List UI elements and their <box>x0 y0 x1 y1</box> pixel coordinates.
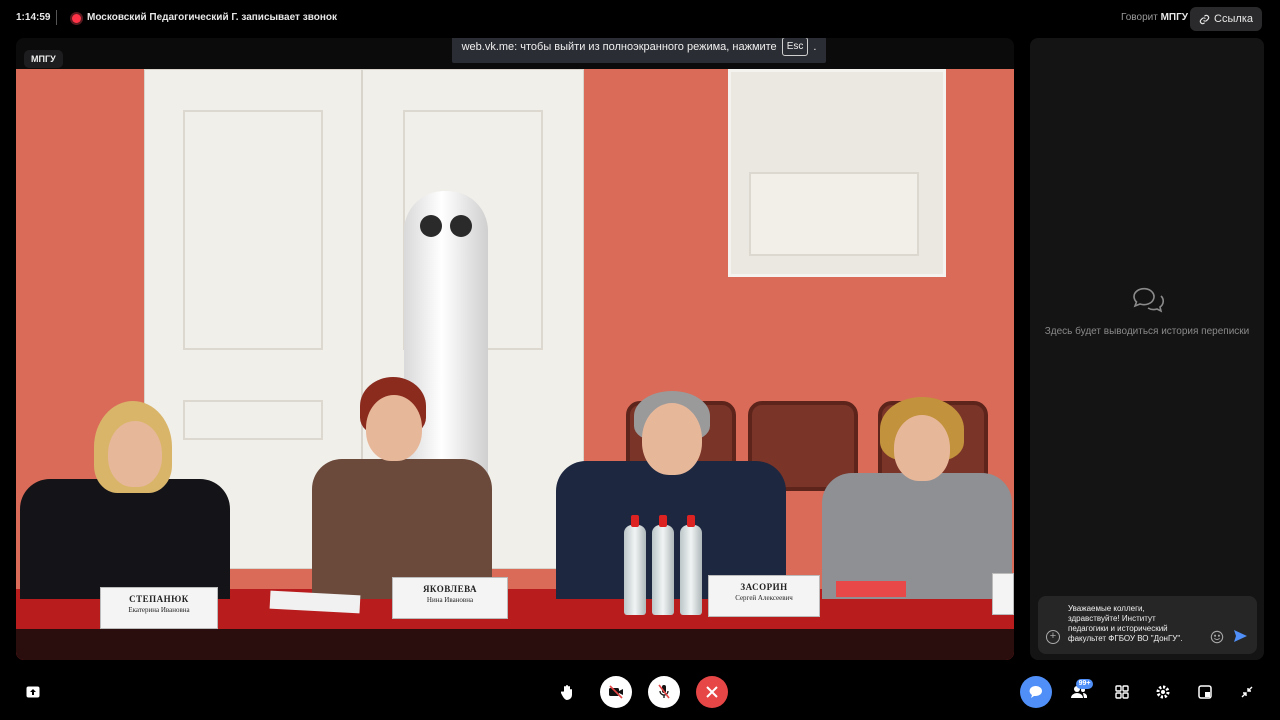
settings-button[interactable] <box>1153 682 1173 702</box>
water-bottle <box>652 515 674 615</box>
nameplate: СТЕПАНЮК Екатерина Ивановна <box>100 587 218 629</box>
call-timer: 1:14:59 <box>16 12 51 23</box>
chat-empty-state: Здесь будет выводиться история переписки <box>1044 326 1250 337</box>
copy-link-button[interactable]: Ссылка <box>1190 7 1262 31</box>
water-bottle <box>680 515 702 615</box>
emoji-icon[interactable] <box>1210 630 1224 644</box>
purifier-vent <box>420 215 442 237</box>
copy-link-label: Ссылка <box>1214 13 1253 25</box>
message-input[interactable]: Уважаемые коллеги, здравствуйте! Институ… <box>1068 604 1196 644</box>
nameplate: ЗАСОРИН Сергей Алексеевич <box>708 575 820 617</box>
end-call-icon <box>706 686 718 698</box>
water-bottle <box>624 515 646 615</box>
settings-icon <box>1156 685 1170 699</box>
wall-window <box>728 69 946 277</box>
top-bar: 1:14:59 Московский Педагогический Г. зап… <box>0 0 1280 38</box>
recording-indicator-icon <box>72 14 81 23</box>
participant-name-tag: МПГУ <box>24 50 63 68</box>
link-icon <box>1199 14 1210 24</box>
chat-panel: Здесь будет выводиться история переписки… <box>1030 38 1264 660</box>
purifier-vent <box>450 215 472 237</box>
message-composer[interactable]: + Уважаемые коллеги, здравствуйте! Инсти… <box>1038 596 1257 654</box>
fullscreen-notice-end: . <box>813 40 817 53</box>
mic-off-icon <box>658 684 670 699</box>
exit-fullscreen-button[interactable] <box>1237 682 1257 702</box>
active-speaker: Говорит МПГУ <box>1121 12 1188 23</box>
video-stream: СТЕПАНЮК Екатерина Ивановна ЯКОВЛЕВА Нин… <box>16 69 1014 660</box>
share-screen-button[interactable] <box>23 682 43 702</box>
mic-toggle-button[interactable] <box>648 676 680 708</box>
chat-icon <box>1029 685 1042 698</box>
active-speaker-name: МПГУ <box>1160 12 1188 23</box>
end-call-button[interactable] <box>696 676 728 708</box>
raise-hand-button[interactable] <box>558 682 578 702</box>
raise-hand-icon <box>561 685 572 700</box>
attach-button[interactable]: + <box>1046 630 1060 644</box>
chat-bubbles-icon <box>1133 287 1164 313</box>
exit-fullscreen-icon <box>1241 686 1253 698</box>
video-tile[interactable]: СТЕПАНЮК Екатерина Ивановна ЯКОВЛЕВА Нин… <box>16 38 1014 660</box>
chat-toggle-button[interactable] <box>1020 676 1052 708</box>
door-panel <box>183 110 323 350</box>
nameplate <box>992 573 1014 615</box>
upload-icon <box>26 686 40 698</box>
active-speaker-label: Говорит <box>1121 12 1158 23</box>
participants-count-badge: 99+ <box>1076 679 1093 689</box>
grid-icon <box>1115 685 1129 699</box>
send-icon[interactable] <box>1232 628 1248 644</box>
grid-view-button[interactable] <box>1112 682 1132 702</box>
layout-button[interactable] <box>1195 682 1215 702</box>
fullscreen-notice: web.vk.me: чтобы выйти из полноэкранного… <box>452 38 826 63</box>
call-controls: 99+ <box>0 668 1280 720</box>
recording-status: Московский Педагогический Г. записывает … <box>87 12 337 23</box>
esc-key: Esc <box>781 38 809 56</box>
table-edge <box>16 629 1014 660</box>
camera-off-icon <box>609 685 623 699</box>
door-panel <box>183 400 323 440</box>
folder <box>836 581 906 597</box>
layout-icon <box>1198 685 1212 699</box>
window-panel <box>749 172 919 256</box>
camera-toggle-button[interactable] <box>600 676 632 708</box>
nameplate: ЯКОВЛЕВА Нина Ивановна <box>392 577 508 619</box>
fullscreen-notice-text: web.vk.me: чтобы выйти из полноэкранного… <box>461 40 777 53</box>
divider <box>56 10 57 25</box>
